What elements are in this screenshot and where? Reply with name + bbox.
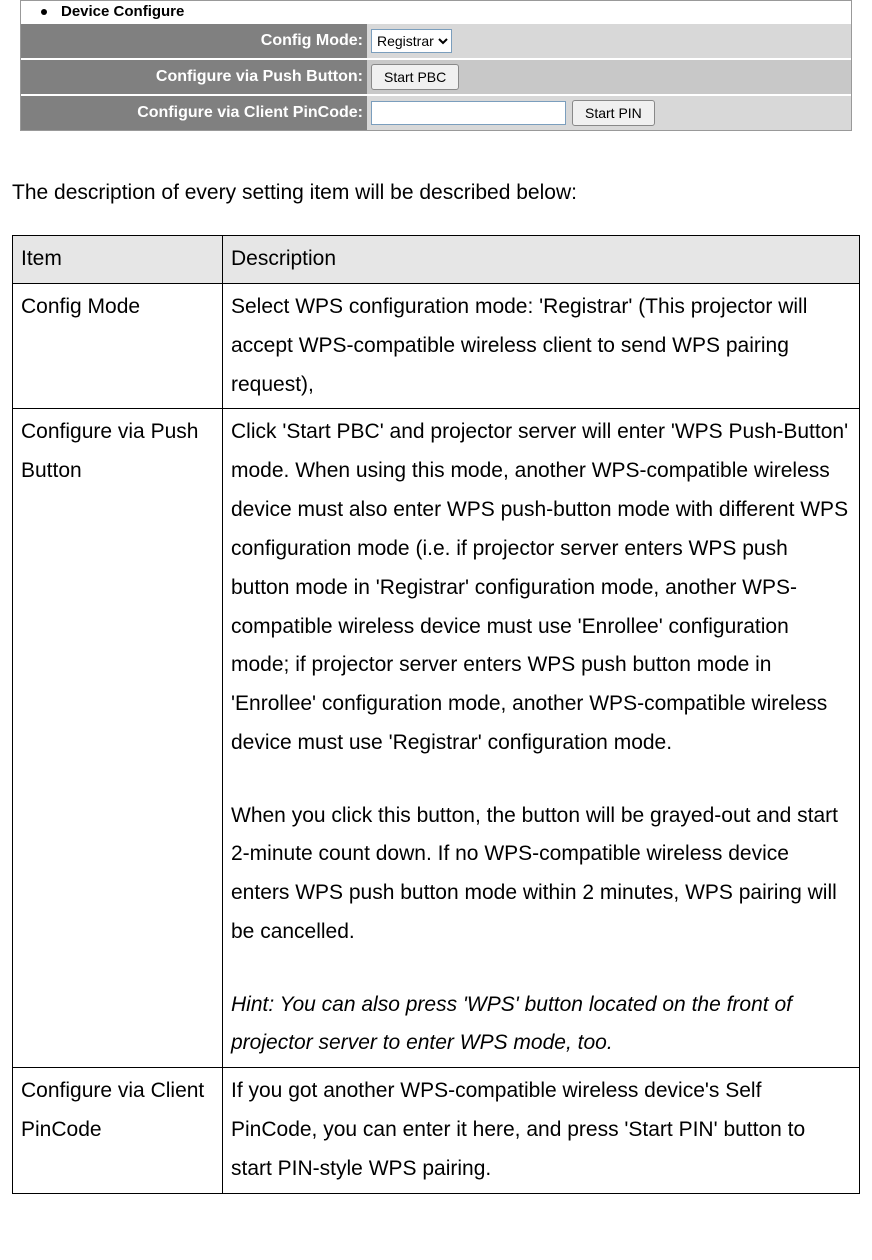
row-pincode: Configure via Client PinCode: Start PIN (21, 94, 851, 130)
cell-desc: Click 'Start PBC' and projector server w… (223, 409, 860, 1068)
description-table: Item Description Config Mode Select WPS … (12, 235, 860, 1194)
panel-title: Device Configure (61, 3, 184, 20)
cell-desc: Select WPS configuration mode: 'Registra… (223, 283, 860, 409)
table-header-row: Item Description (13, 236, 860, 284)
table-row: Config Mode Select WPS configuration mod… (13, 283, 860, 409)
desc-p2: When you click this button, the button w… (231, 804, 838, 944)
cell-item: Configure via Client PinCode (13, 1068, 223, 1194)
header-item: Item (13, 236, 223, 284)
pincode-input[interactable] (371, 101, 566, 125)
row-config-mode: Config Mode: Registrar (21, 22, 851, 58)
panel-header: Device Configure (21, 1, 851, 22)
cell-desc: If you got another WPS-compatible wirele… (223, 1068, 860, 1194)
control-push-button: Start PBC (367, 60, 851, 94)
table-row: Configure via Client PinCode If you got … (13, 1068, 860, 1194)
desc-hint: Hint: You can also press 'WPS' button lo… (231, 993, 792, 1055)
label-config-mode: Config Mode: (21, 24, 367, 58)
start-pin-button[interactable]: Start PIN (572, 100, 655, 126)
config-mode-select[interactable]: Registrar (371, 29, 452, 53)
desc-p1: Click 'Start PBC' and projector server w… (231, 420, 848, 754)
control-pincode: Start PIN (367, 96, 851, 130)
row-push-button: Configure via Push Button: Start PBC (21, 58, 851, 94)
bullet-icon (41, 9, 47, 15)
intro-text: The description of every setting item wi… (12, 181, 860, 205)
table-row: Configure via Push Button Click 'Start P… (13, 409, 860, 1068)
label-pincode: Configure via Client PinCode: (21, 96, 367, 130)
device-configure-panel: Device Configure Config Mode: Registrar … (20, 0, 852, 131)
header-description: Description (223, 236, 860, 284)
label-push-button: Configure via Push Button: (21, 60, 367, 94)
start-pbc-button[interactable]: Start PBC (371, 64, 459, 90)
cell-item: Configure via Push Button (13, 409, 223, 1068)
cell-item: Config Mode (13, 283, 223, 409)
control-config-mode: Registrar (367, 24, 851, 58)
